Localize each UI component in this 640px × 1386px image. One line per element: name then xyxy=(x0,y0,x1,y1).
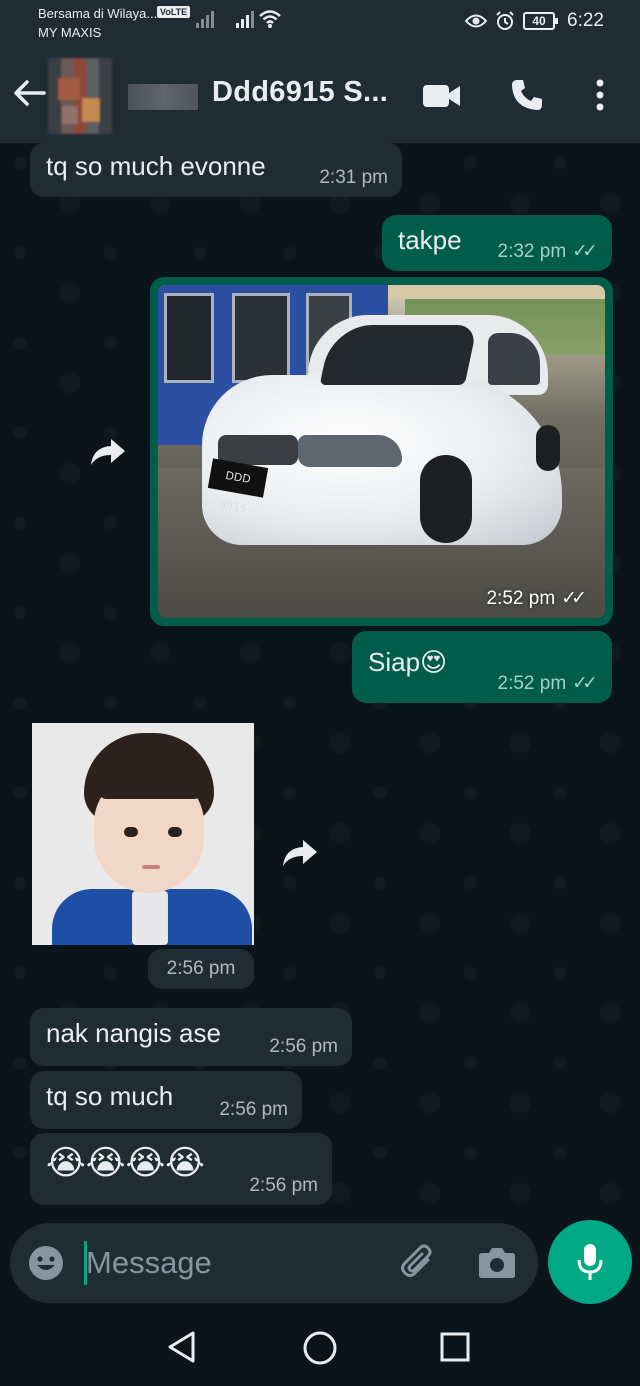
message-text: takpe xyxy=(398,225,462,255)
message-time: 2:56 pm xyxy=(219,1099,288,1120)
emoji-icon[interactable] xyxy=(28,1245,64,1281)
camera-icon[interactable] xyxy=(478,1245,516,1279)
redacted-name-prefix xyxy=(128,84,198,110)
forward-button[interactable] xyxy=(86,430,130,474)
system-nav-bar xyxy=(0,1310,640,1386)
message-list[interactable]: tq so much evonne 2:31 pm takpe 2:32 pm ✓… xyxy=(0,143,640,1225)
message-incoming[interactable]: tq so much evonne 2:31 pm xyxy=(30,143,402,197)
message-incoming[interactable]: 😭😭😭😭 2:56 pm xyxy=(30,1133,332,1205)
read-receipt-icon: ✓✓ xyxy=(561,588,587,609)
message-composer[interactable]: Message xyxy=(10,1223,538,1303)
forward-icon xyxy=(283,840,317,866)
carrier-name-secondary: MY MAXIS xyxy=(38,25,102,40)
nav-home-icon[interactable] xyxy=(302,1330,338,1366)
eye-icon xyxy=(465,14,488,28)
message-text: nak nangis ase xyxy=(46,1018,221,1048)
video-call-icon[interactable] xyxy=(422,82,462,110)
sticker-time: 2:56 pm xyxy=(148,949,254,989)
nav-recent-icon[interactable] xyxy=(440,1332,470,1362)
clock: 6:22 xyxy=(567,10,604,31)
carrier-name: Bersama di Wilaya... xyxy=(38,6,158,21)
sticker-message[interactable] xyxy=(32,723,254,945)
more-options-icon[interactable] xyxy=(592,78,608,112)
attach-icon[interactable] xyxy=(398,1243,438,1283)
message-time: 2:52 pm ✓✓ xyxy=(498,672,599,695)
image-message[interactable]: DDD 6915 2:52 pm ✓✓ xyxy=(150,277,613,626)
mic-button[interactable] xyxy=(548,1220,632,1304)
message-text: Siap😍 xyxy=(368,647,448,677)
forward-button[interactable] xyxy=(278,831,322,875)
back-arrow-icon[interactable] xyxy=(12,78,46,108)
status-bar: Bersama di Wilaya... VoLTE MY MAXIS 40 6… xyxy=(0,0,640,48)
battery-indicator: 40 xyxy=(523,12,559,30)
read-receipt-icon: ✓✓ xyxy=(572,673,598,694)
message-incoming[interactable]: nak nangis ase 2:56 pm xyxy=(30,1008,352,1066)
message-time: 2:56 pm xyxy=(249,1175,318,1196)
car-photo[interactable]: DDD 6915 xyxy=(158,285,605,618)
message-time: 2:32 pm ✓✓ xyxy=(498,240,599,263)
wifi-icon xyxy=(259,10,281,28)
message-time: 2:56 pm xyxy=(269,1036,338,1057)
forward-icon xyxy=(91,439,125,465)
avatar[interactable] xyxy=(48,58,112,134)
voice-call-icon[interactable] xyxy=(510,78,544,112)
message-outgoing[interactable]: takpe 2:32 pm ✓✓ xyxy=(382,215,612,271)
signal-strength-icon xyxy=(196,10,214,28)
message-input[interactable]: Message xyxy=(86,1245,212,1281)
message-outgoing[interactable]: Siap😍 2:52 pm ✓✓ xyxy=(352,631,612,703)
message-incoming[interactable]: tq so much 2:56 pm xyxy=(30,1071,302,1129)
mic-icon xyxy=(577,1244,603,1280)
alarm-icon xyxy=(496,11,514,30)
read-receipt-icon: ✓✓ xyxy=(572,241,598,262)
signal-icons xyxy=(196,10,254,28)
message-text: tq so much evonne xyxy=(46,151,266,181)
nav-back-icon[interactable] xyxy=(166,1330,196,1364)
signal-strength-2-icon xyxy=(236,10,254,28)
message-time: 2:52 pm ✓✓ xyxy=(487,587,588,610)
contact-name[interactable]: Ddd6915 S... xyxy=(212,76,388,109)
message-text: 😭😭😭😭 xyxy=(46,1144,205,1182)
message-text: tq so much xyxy=(46,1081,174,1111)
chat-header: Ddd6915 S... xyxy=(0,48,640,143)
volte-badge: VoLTE xyxy=(157,6,191,18)
message-time: 2:31 pm xyxy=(319,167,388,188)
